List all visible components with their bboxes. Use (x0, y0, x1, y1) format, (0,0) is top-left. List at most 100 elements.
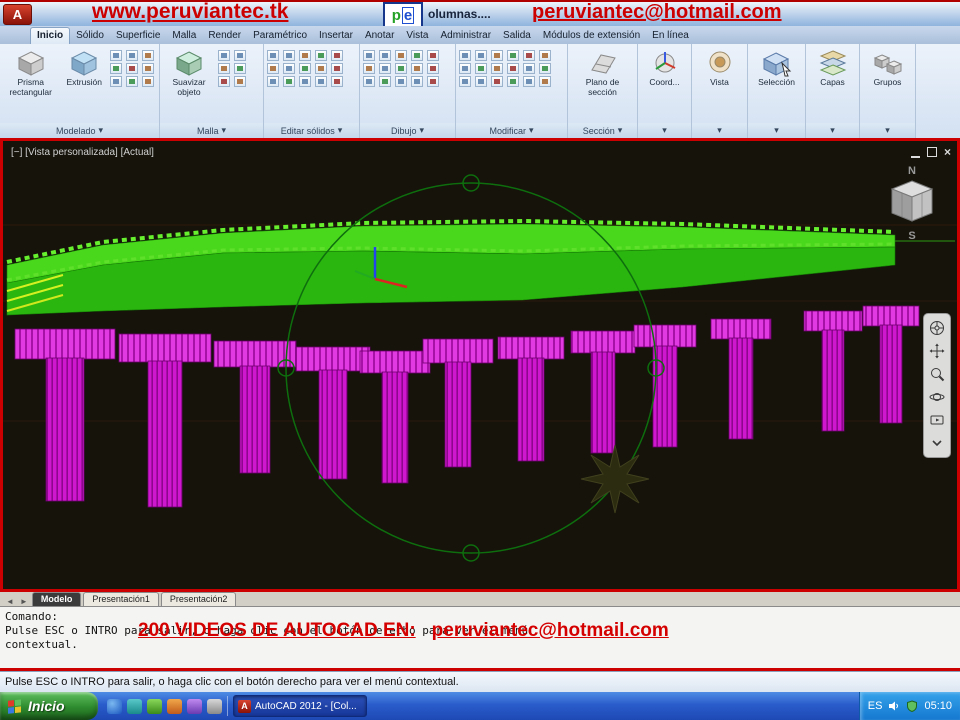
command-window[interactable]: Comando: Pulse ESC o INTRO para salir, o… (0, 606, 960, 668)
ribbon-tool-icon[interactable] (475, 63, 487, 74)
panel-label-malla[interactable]: Malla ▾ (160, 123, 263, 138)
ribbon-tool-icon[interactable] (234, 63, 246, 74)
ribbon-tool-icon[interactable] (427, 50, 439, 61)
tab-solido[interactable]: Sólido (70, 28, 110, 44)
panel-label-editar-solidos[interactable]: Editar sólidos ▾ (264, 123, 359, 138)
ribbon-tool-icon[interactable] (491, 63, 503, 74)
taskbar-item-autocad[interactable]: A AutoCAD 2012 - [Col... (233, 695, 367, 717)
ribbon-tool-icon[interactable] (459, 63, 471, 74)
layout-tab-modelo[interactable]: Modelo (31, 592, 82, 606)
ribbon-tool-icon[interactable] (267, 50, 279, 61)
start-button[interactable]: Inicio (0, 692, 98, 720)
plano-de-seccion-button[interactable]: Plano de sección (573, 47, 633, 97)
ribbon-tool-icon[interactable] (507, 50, 519, 61)
ribbon-tool-icon[interactable] (427, 76, 439, 87)
capas-button[interactable]: Capas (809, 47, 856, 88)
ribbon-tool-icon[interactable] (363, 50, 375, 61)
steering-wheel-icon[interactable] (927, 318, 947, 338)
tab-inicio[interactable]: Inicio (30, 27, 71, 44)
ribbon-tool-icon[interactable] (411, 50, 423, 61)
ribbon-tool-icon[interactable] (331, 63, 343, 74)
ribbon-tool-icon[interactable] (315, 76, 327, 87)
media-player-icon[interactable] (147, 698, 162, 714)
ribbon-tool-icon[interactable] (283, 50, 295, 61)
ribbon-tool-icon[interactable] (110, 76, 122, 87)
restore-icon[interactable] (926, 147, 937, 157)
panel-label-seccion[interactable]: Sección ▾ (568, 123, 637, 138)
volume-icon[interactable] (888, 700, 900, 712)
ribbon-tool-icon[interactable] (411, 76, 423, 87)
ribbon-tool-icon[interactable] (299, 63, 311, 74)
ribbon-tool-icon[interactable] (363, 76, 375, 87)
ribbon-tool-icon[interactable] (459, 76, 471, 87)
ribbon-tool-icon[interactable] (126, 63, 138, 74)
ribbon-tool-icon[interactable] (142, 63, 154, 74)
viewcube-south-label[interactable]: S (879, 230, 945, 242)
ribbon-tool-icon[interactable] (110, 50, 122, 61)
ribbon-tool-icon[interactable] (523, 76, 535, 87)
panel-label-capas[interactable]: ▾ (806, 123, 859, 138)
tab-modulos[interactable]: Módulos de extensión (537, 28, 646, 44)
tab-insertar[interactable]: Insertar (313, 28, 359, 44)
folder-icon[interactable] (167, 698, 182, 714)
prisma-rectangular-button[interactable]: Prisma rectangular (3, 47, 58, 97)
ribbon-tool-icon[interactable] (267, 76, 279, 87)
ribbon-tool-icon[interactable] (299, 50, 311, 61)
ribbon-tool-icon[interactable] (218, 63, 230, 74)
ribbon-tool-icon[interactable] (218, 76, 230, 87)
viewcube[interactable]: N S (879, 165, 945, 242)
viewport-canvas[interactable] (3, 141, 957, 589)
ribbon-tool-icon[interactable] (395, 50, 407, 61)
autocad-app-icon[interactable]: A (3, 4, 32, 25)
ribbon-tool-icon[interactable] (234, 76, 246, 87)
panel-label-dibujo[interactable]: Dibujo ▾ (360, 123, 455, 138)
ribbon-tool-icon[interactable] (523, 50, 535, 61)
ribbon-tool-icon[interactable] (363, 63, 375, 74)
suavizar-objeto-button[interactable]: Suavizar objeto (163, 47, 215, 97)
ribbon-tool-icon[interactable] (539, 76, 551, 87)
viewcube-cube-icon[interactable] (888, 177, 936, 225)
panel-label-seleccion[interactable]: ▾ (748, 123, 805, 138)
ribbon-tool-icon[interactable] (331, 76, 343, 87)
show-desktop-icon[interactable] (127, 698, 142, 714)
ribbon-tool-icon[interactable] (379, 50, 391, 61)
ribbon-tool-icon[interactable] (507, 76, 519, 87)
ribbon-tool-icon[interactable] (427, 63, 439, 74)
tab-vista[interactable]: Vista (400, 28, 434, 44)
tab-anotar[interactable]: Anotar (359, 28, 400, 44)
pan-icon[interactable] (927, 341, 947, 361)
layout-tab-presentacion1[interactable]: Presentación1 (83, 592, 159, 606)
ribbon-tool-icon[interactable] (283, 76, 295, 87)
layout-tab-presentacion2[interactable]: Presentación2 (160, 592, 237, 606)
grupos-button[interactable]: Grupos (863, 47, 912, 88)
tab-parametrico[interactable]: Paramétrico (247, 28, 313, 44)
panel-label-coordenadas[interactable]: ▾ (638, 123, 691, 138)
zoom-icon[interactable] (927, 364, 947, 384)
panel-label-vista[interactable]: ▾ (692, 123, 747, 138)
minimize-icon[interactable] (910, 147, 920, 158)
layout-tab-prev-icon[interactable]: ◄ (4, 597, 16, 606)
browser-icon[interactable] (107, 698, 122, 714)
ribbon-tool-icon[interactable] (110, 63, 122, 74)
drawing-viewport[interactable]: [−] [Vista personalizada] [Actual] × N S (0, 138, 960, 592)
tab-salida[interactable]: Salida (497, 28, 537, 44)
ribbon-tool-icon[interactable] (234, 50, 246, 61)
close-icon[interactable]: × (944, 146, 951, 158)
ribbon-tool-icon[interactable] (315, 63, 327, 74)
tab-administrar[interactable]: Administrar (434, 28, 497, 44)
tab-malla[interactable]: Malla (166, 28, 202, 44)
ribbon-tool-icon[interactable] (395, 63, 407, 74)
messenger-icon[interactable] (187, 698, 202, 714)
coord-button[interactable]: Coord... (641, 47, 688, 88)
ribbon-tool-icon[interactable] (475, 50, 487, 61)
clock[interactable]: 05:10 (924, 700, 952, 712)
viewport-controls-label[interactable]: [−] [Vista personalizada] [Actual] (11, 147, 154, 158)
extrusion-button[interactable]: Extrusión (61, 47, 107, 88)
ribbon-tool-icon[interactable] (126, 76, 138, 87)
ribbon-tool-icon[interactable] (142, 76, 154, 87)
viewcube-north-label[interactable]: N (879, 165, 945, 177)
ribbon-tool-icon[interactable] (142, 50, 154, 61)
ribbon-tool-icon[interactable] (539, 63, 551, 74)
tab-superficie[interactable]: Superficie (110, 28, 166, 44)
panel-label-modelado[interactable]: Modelado ▾ (0, 123, 159, 138)
